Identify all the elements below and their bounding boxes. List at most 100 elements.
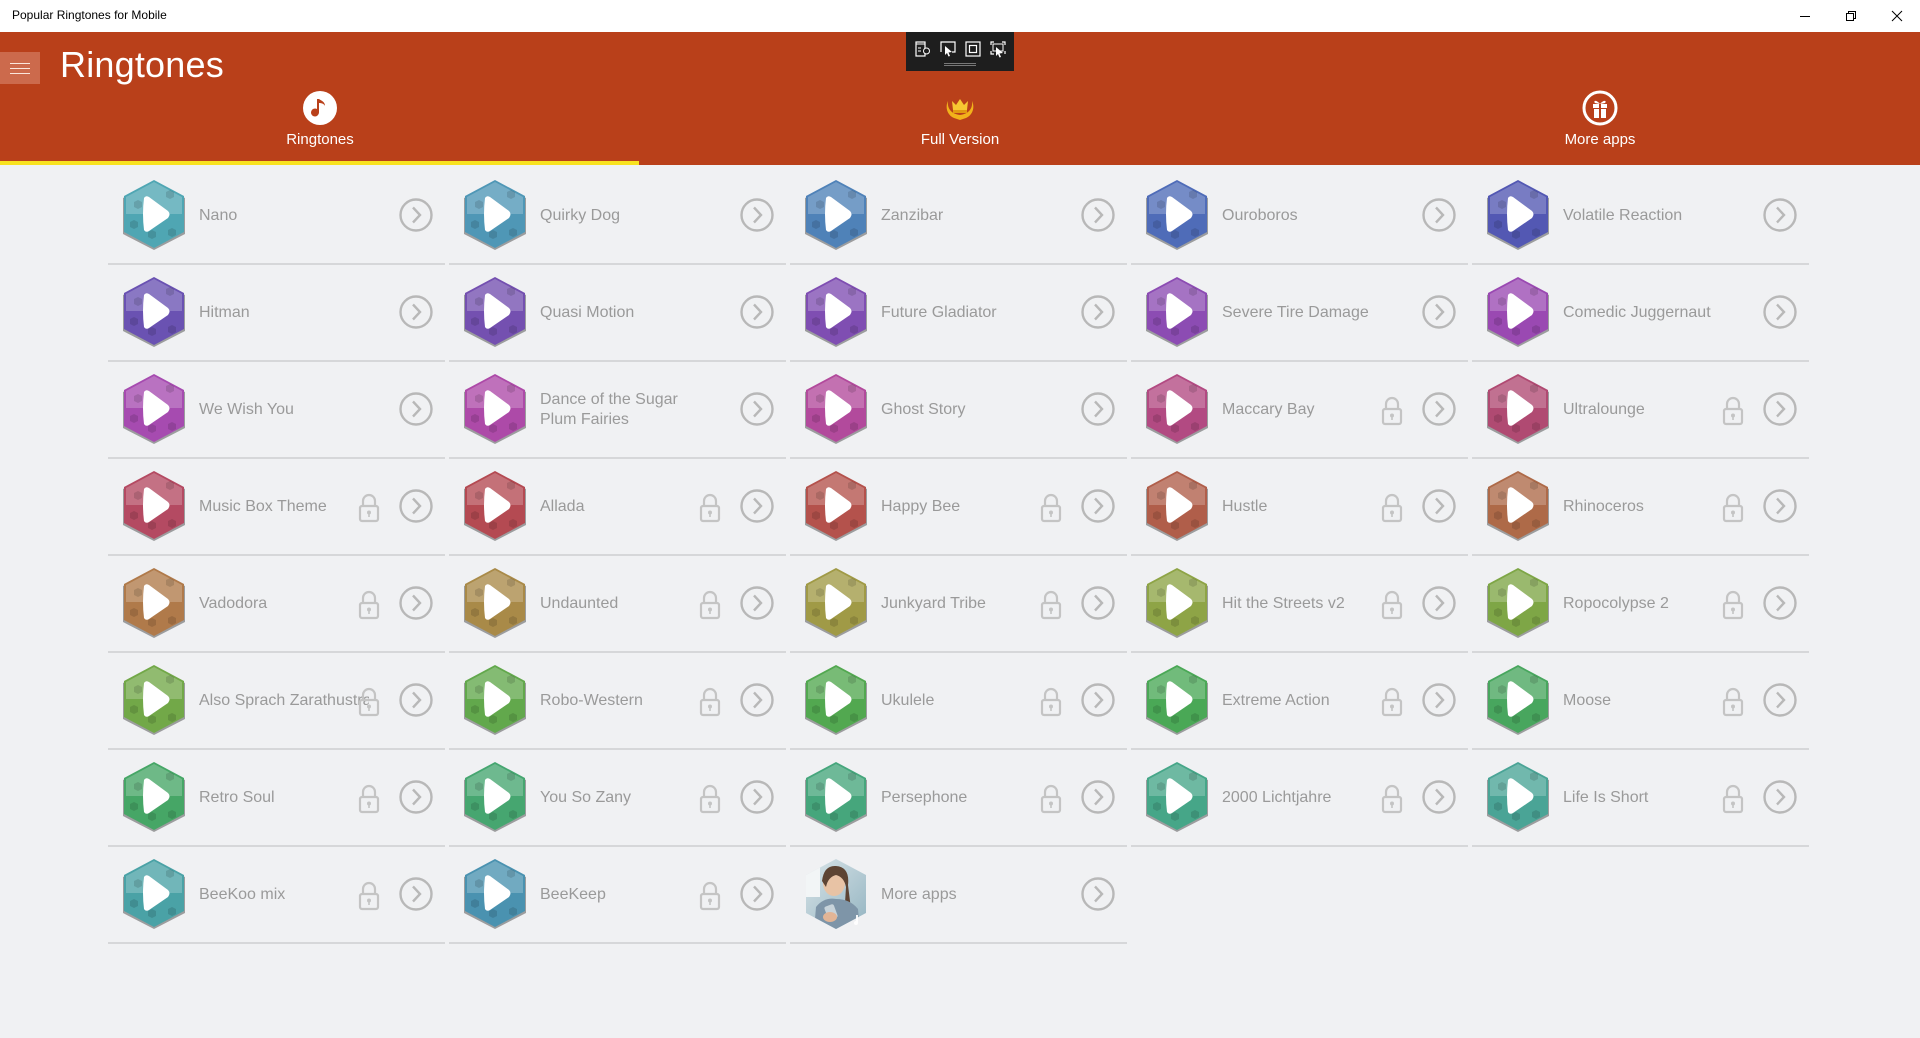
ringtone-item[interactable]: Rhinoceros [1472,459,1809,556]
ringtone-item[interactable]: Also Sprach Zarathustra [108,653,445,750]
chevron-right-circle-button[interactable] [1421,197,1457,233]
display-layout-adorners-button[interactable] [962,38,983,60]
chevron-right-circle-button[interactable] [739,779,775,815]
ringtone-item[interactable]: Persephone [790,750,1127,847]
ringtone-item[interactable]: Happy Bee [790,459,1127,556]
ringtone-item[interactable]: 2000 Lichtjahre [1131,750,1468,847]
chevron-right-circle-button[interactable] [739,488,775,524]
ringtone-item[interactable]: Junkyard Tribe [790,556,1127,653]
chevron-right-circle-button[interactable] [1762,488,1798,524]
ringtone-name: Robo-Western [540,691,643,709]
live-visual-tree-button[interactable] [912,38,933,60]
chevron-right-circle-button[interactable] [1421,391,1457,427]
chevron-right-circle-button[interactable] [1421,682,1457,718]
ringtone-item[interactable]: Volatile Reaction [1472,168,1809,265]
ringtone-item[interactable]: Ropocolypse 2 [1472,556,1809,653]
chevron-right-circle-button[interactable] [739,876,775,912]
play-hexagon-icon [1487,471,1549,541]
chevron-right-circle-button[interactable] [398,779,434,815]
select-element-button[interactable] [937,38,958,60]
play-hexagon-icon [123,471,185,541]
more-apps-item[interactable]: More apps [790,847,1127,944]
chevron-right-circle-button[interactable] [1080,682,1116,718]
ringtone-item[interactable]: Undaunted [449,556,786,653]
ringtone-item[interactable]: Nano [108,168,445,265]
chevron-right-circle-button[interactable] [398,585,434,621]
ringtone-item[interactable]: Extreme Action [1131,653,1468,750]
ringtone-item[interactable]: BeeKeep [449,847,786,944]
chevron-right-circle-button[interactable] [1762,294,1798,330]
ringtone-item[interactable]: Retro Soul [108,750,445,847]
ringtone-item[interactable]: Future Gladiator [790,265,1127,362]
ringtone-name: Nano [199,206,238,224]
ringtone-item[interactable]: Ultralounge [1472,362,1809,459]
chevron-right-circle-button[interactable] [1762,779,1798,815]
ringtone-name: We Wish You [199,400,294,418]
play-hexagon-icon [805,568,867,638]
ringtone-item[interactable]: Severe Tire Damage [1131,265,1468,362]
ringtone-item[interactable]: Dance of the Sugar Plum Fairies [449,362,786,459]
ringtone-item[interactable]: Vadodora [108,556,445,653]
ringtone-item[interactable]: Zanzibar [790,168,1127,265]
chevron-right-circle-button[interactable] [1762,391,1798,427]
play-hexagon-icon [1487,665,1549,735]
chevron-right-circle-button[interactable] [1080,488,1116,524]
chevron-right-circle-button[interactable] [1762,585,1798,621]
restore-button[interactable] [1828,0,1874,32]
ringtone-item[interactable]: You So Zany [449,750,786,847]
chevron-right-circle-button[interactable] [1080,876,1116,912]
ringtone-item[interactable]: Allada [449,459,786,556]
chevron-right-circle-button[interactable] [739,682,775,718]
chevron-right-circle-button[interactable] [398,488,434,524]
ringtone-item[interactable]: Ghost Story [790,362,1127,459]
ringtone-item[interactable]: Music Box Theme [108,459,445,556]
chevron-right-circle-button[interactable] [398,197,434,233]
chevron-right-circle-button[interactable] [739,294,775,330]
chevron-right-circle-button[interactable] [1080,779,1116,815]
chevron-right-circle-button[interactable] [739,391,775,427]
ringtone-item[interactable]: Hustle [1131,459,1468,556]
chevron-right-circle-button[interactable] [1421,294,1457,330]
ringtone-item[interactable]: We Wish You [108,362,445,459]
chevron-right-circle-button[interactable] [398,682,434,718]
close-button[interactable] [1874,0,1920,32]
toolbar-drag-handle[interactable] [944,63,976,66]
ringtone-item[interactable]: Hit the Streets v2 [1131,556,1468,653]
chevron-right-circle-button[interactable] [1762,682,1798,718]
ringtone-item[interactable]: BeeKoo mix [108,847,445,944]
ringtone-name: Ghost Story [881,400,966,418]
ringtone-name: Allada [540,497,585,515]
chevron-right-circle-button[interactable] [1421,779,1457,815]
chevron-right-circle-button[interactable] [398,294,434,330]
chevron-right-circle-button[interactable] [1080,391,1116,427]
ringtone-item[interactable]: Quasi Motion [449,265,786,362]
ringtone-item[interactable]: Comedic Juggernaut [1472,265,1809,362]
ringtone-item[interactable]: Moose [1472,653,1809,750]
chevron-right-circle-button[interactable] [1080,197,1116,233]
ringtone-item[interactable]: Robo-Western [449,653,786,750]
ringtone-item[interactable]: Ukulele [790,653,1127,750]
tab-ringtones[interactable]: Ringtones [0,32,640,165]
ringtone-item[interactable]: Maccary Bay [1131,362,1468,459]
chevron-right-circle-button[interactable] [398,876,434,912]
ringtone-name: BeeKeep [540,885,606,903]
ringtone-item[interactable]: Hitman [108,265,445,362]
chevron-right-circle-button[interactable] [739,585,775,621]
ringtone-item[interactable]: Ouroboros [1131,168,1468,265]
lock-icon [1722,590,1744,620]
lock-icon [1381,687,1403,717]
chevron-right-circle-button[interactable] [1762,197,1798,233]
chevron-right-circle-button[interactable] [739,197,775,233]
tab-more-apps[interactable]: More apps [1280,32,1920,165]
chevron-right-circle-button[interactable] [1080,585,1116,621]
chevron-right-circle-button[interactable] [1421,488,1457,524]
minimize-button[interactable] [1782,0,1828,32]
play-hexagon-icon [1146,374,1208,444]
track-focus-button[interactable] [987,38,1008,60]
ringtone-item[interactable]: Life Is Short [1472,750,1809,847]
chevron-right-circle-button[interactable] [398,391,434,427]
chevron-right-circle-button[interactable] [1080,294,1116,330]
ringtone-item[interactable]: Quirky Dog [449,168,786,265]
play-hexagon-icon [464,665,526,735]
chevron-right-circle-button[interactable] [1421,585,1457,621]
